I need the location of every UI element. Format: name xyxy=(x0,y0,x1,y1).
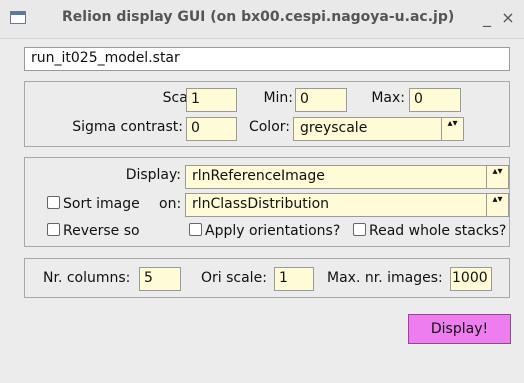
reverse-sort-label: Reverse so xyxy=(63,223,140,239)
color-select-value: greyscale xyxy=(300,120,368,136)
sigma-contrast-input[interactable]: 0 xyxy=(186,117,237,141)
checkbox-box[interactable] xyxy=(47,196,60,209)
nr-columns-label: Nr. columns: xyxy=(43,270,131,286)
display-label: Display: xyxy=(125,167,181,183)
min-label: Min: xyxy=(263,90,293,106)
max-images-input[interactable]: 1000 xyxy=(450,267,492,291)
close-button[interactable]: × xyxy=(499,8,517,27)
sigma-contrast-label: Sigma contrast: xyxy=(72,119,183,135)
read-whole-stacks-label: Read whole stacks? xyxy=(369,223,507,239)
title-bar: Relion display GUI (on bx00.cespi.nagoya… xyxy=(0,0,524,39)
checkbox-box[interactable] xyxy=(189,223,202,236)
apply-orientations-checkbox[interactable]: Apply orientations? xyxy=(189,223,340,239)
ori-scale-label: Ori scale: xyxy=(201,270,267,286)
minimize-button[interactable]: _ xyxy=(478,8,496,27)
chevron-updown-icon[interactable]: ▴▾ xyxy=(441,118,463,140)
display-group: Display: rlnReferenceImage ▴▾ Sort image… xyxy=(24,157,510,247)
chevron-updown-icon[interactable]: ▴▾ xyxy=(486,166,508,188)
sort-image-checkbox[interactable]: Sort image xyxy=(47,196,140,212)
display-select-value: rlnReferenceImage xyxy=(192,168,325,184)
nr-columns-input[interactable]: 5 xyxy=(139,267,181,291)
reverse-sort-checkbox[interactable]: Reverse so xyxy=(47,223,140,239)
chevron-updown-icon[interactable]: ▴▾ xyxy=(486,194,508,216)
max-images-label: Max. nr. images: xyxy=(327,270,443,286)
window-icon xyxy=(10,11,26,24)
file-name-input[interactable]: run_it025_model.star xyxy=(24,47,510,71)
columns-group: Nr. columns: 5 Ori scale: 1 Max. nr. ima… xyxy=(24,258,510,298)
window-title: Relion display GUI (on bx00.cespi.nagoya… xyxy=(62,9,455,25)
scale-group: Scale: 1 Min: 0 Max: 0 Sigma contrast: 0… xyxy=(24,81,510,147)
sort-select[interactable]: rlnClassDistribution ▴▾ xyxy=(185,193,509,217)
color-select[interactable]: greyscale ▴▾ xyxy=(293,117,464,141)
read-whole-stacks-checkbox[interactable]: Read whole stacks? xyxy=(353,223,506,239)
sort-image-label: Sort image xyxy=(63,196,140,212)
checkbox-box[interactable] xyxy=(353,223,366,236)
min-input[interactable]: 0 xyxy=(295,88,347,112)
scale-input[interactable]: 1 xyxy=(186,88,237,112)
sort-on-label: on: xyxy=(159,196,182,212)
display-select[interactable]: rlnReferenceImage ▴▾ xyxy=(185,165,509,189)
max-label: Max: xyxy=(371,90,405,106)
sort-select-value: rlnClassDistribution xyxy=(192,196,330,212)
checkbox-box[interactable] xyxy=(47,223,60,236)
ori-scale-input[interactable]: 1 xyxy=(274,267,314,291)
apply-orientations-label: Apply orientations? xyxy=(205,223,341,239)
display-button[interactable]: Display! xyxy=(408,314,511,344)
max-input[interactable]: 0 xyxy=(409,88,461,112)
color-label: Color: xyxy=(248,119,290,135)
